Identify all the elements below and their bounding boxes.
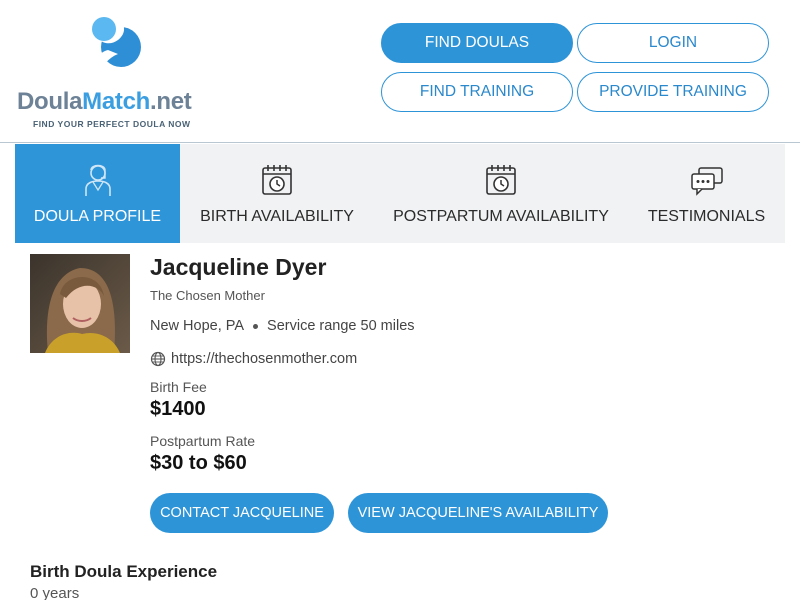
location-line: New Hope, PA Service range 50 miles <box>150 318 415 334</box>
contact-button[interactable]: CONTACT JACQUELINE <box>150 493 334 533</box>
calendar-clock-icon <box>484 162 518 198</box>
service-range-text: Service range 50 miles <box>267 318 415 334</box>
doula-name: Jacqueline Dyer <box>150 254 327 280</box>
logo-tagline: FIND YOUR PERFECT DOULA NOW <box>33 119 191 129</box>
site-header: DoulaMatch.net FIND YOUR PERFECT DOULA N… <box>0 0 800 143</box>
doula-person-icon <box>81 162 115 198</box>
logo-part-doula: Doula <box>17 88 83 115</box>
experience-heading: Birth Doula Experience <box>30 562 218 581</box>
tab-doula-profile[interactable]: DOULA PROFILE <box>15 144 180 243</box>
tab-label: POSTPARTUM AVAILABILITY <box>393 208 609 225</box>
provide-training-button[interactable]: PROVIDE TRAINING <box>577 72 769 112</box>
chat-bubbles-icon <box>690 162 724 198</box>
doula-photo <box>30 254 130 353</box>
logo-part-match: Match <box>82 88 151 115</box>
view-availability-button[interactable]: VIEW JACQUELINE'S AVAILABILITY <box>348 493 608 533</box>
calendar-clock-icon <box>260 162 294 198</box>
tab-label: DOULA PROFILE <box>33 208 162 225</box>
postpartum-rate-value: $30 to $60 <box>150 452 247 474</box>
birth-fee-label: Birth Fee <box>150 379 207 395</box>
location-text: New Hope, PA <box>150 318 245 334</box>
experience-value: 0 years <box>30 585 80 600</box>
tab-postpartum-availability[interactable]: POSTPARTUM AVAILABILITY <box>374 144 628 243</box>
separator-dot <box>253 323 259 329</box>
logo-part-net: .net <box>150 88 192 115</box>
postpartum-rate-label: Postpartum Rate <box>150 433 256 449</box>
website-line[interactable]: https://thechosenmother.com <box>150 351 357 367</box>
logo-wordmark[interactable]: DoulaMatch.net <box>17 88 192 116</box>
find-training-button[interactable]: FIND TRAINING <box>381 72 573 112</box>
tab-testimonials[interactable]: TESTIMONIALS <box>628 144 785 243</box>
website-link[interactable]: https://thechosenmother.com <box>171 351 357 367</box>
tab-birth-availability[interactable]: BIRTH AVAILABILITY <box>180 144 374 243</box>
profile-tabs: DOULA PROFILE BIRTH AVAILABILITY POSTPAR… <box>15 144 785 243</box>
tab-label: BIRTH AVAILABILITY <box>200 208 354 225</box>
logo-icon[interactable] <box>88 12 148 82</box>
birth-fee-value: $1400 <box>150 398 206 420</box>
login-button[interactable]: LOGIN <box>577 23 769 63</box>
globe-icon <box>150 351 166 367</box>
tab-label: TESTIMONIALS <box>647 208 766 225</box>
business-name: The Chosen Mother <box>150 288 265 303</box>
find-doulas-button[interactable]: FIND DOULAS <box>381 23 573 63</box>
